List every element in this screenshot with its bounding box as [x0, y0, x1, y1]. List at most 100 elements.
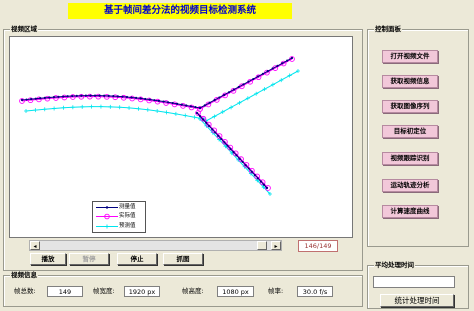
measured-upper-branch-marker [103, 94, 106, 97]
measured-upper-branch-marker [93, 94, 97, 97]
measured-upper-branch-marker [247, 80, 250, 83]
measured-upper-branch-marker [89, 94, 92, 97]
measured-upper-branch-marker [107, 94, 110, 98]
measured-upper-branch-marker [84, 94, 87, 97]
get-video-info-button[interactable]: 获取视频信息 [382, 75, 438, 88]
predicted-upper-branch-marker [145, 107, 150, 112]
measured-upper-branch-marker [237, 85, 240, 89]
app-title: 基于帧间差分法的视频目标检测系统 [68, 3, 292, 19]
plot-legend: 测量值 实际值 预测值 [92, 201, 146, 233]
frame-width-value: 1920 px [124, 286, 160, 297]
predicted-upper-branch-marker [262, 87, 267, 92]
stop-button[interactable]: 停止 [117, 253, 157, 265]
pause-button[interactable]: 暂停 [69, 253, 109, 265]
measured-upper-branch-marker [112, 95, 115, 98]
processing-time-value [373, 276, 455, 288]
measured-upper-branch-marker [71, 94, 74, 98]
measured-lower-branch-marker [235, 154, 238, 157]
measured-lower-branch-marker [195, 111, 199, 115]
predicted-upper-branch-marker [245, 96, 250, 101]
predicted-upper-branch-marker [164, 110, 169, 115]
speed-curve-button[interactable]: 计算速度曲线 [382, 205, 438, 218]
predicted-upper-branch-marker [42, 107, 47, 112]
control-panel-label: 控制面板 [374, 25, 402, 34]
measured-upper-branch-marker [148, 98, 151, 101]
predicted-upper-branch-marker [52, 106, 57, 111]
trajectory-svg [19, 56, 300, 196]
measured-upper-branch-marker [213, 99, 216, 102]
measured-upper-branch-marker [39, 97, 42, 100]
predicted-upper-branch-marker [296, 69, 300, 73]
measured-lower-branch-marker [262, 183, 266, 186]
play-button[interactable]: 播放 [30, 253, 66, 265]
slider-thumb[interactable] [256, 241, 267, 250]
measured-upper-branch-marker [223, 93, 226, 96]
measured-lower-branch-marker [244, 164, 247, 167]
video-tracking-button[interactable]: 视频跟踪识别 [382, 152, 438, 165]
measured-upper-branch-marker [116, 95, 119, 98]
predicted-upper-branch-marker [237, 100, 242, 105]
measured-lower-branch-marker [205, 121, 208, 124]
predicted-upper-branch-marker [61, 105, 66, 110]
measured-lower-branch-marker [198, 115, 202, 118]
measured-lower-branch-marker [223, 141, 226, 144]
get-image-sequence-button[interactable]: 获取图像序列 [382, 100, 438, 113]
measured-upper-branch-marker [176, 102, 179, 105]
predicted-upper-branch-marker [183, 113, 188, 118]
measured-lower-branch-marker [259, 180, 263, 183]
target-initial-locate-button[interactable]: 目标初定位 [382, 125, 438, 138]
measured-lower-branch-marker [250, 170, 253, 173]
measured-lower-branch-marker [253, 173, 256, 177]
measured-upper-branch-marker [271, 67, 274, 70]
arrow-left-icon[interactable]: ◂ [30, 241, 40, 250]
measured-upper-branch-marker [185, 104, 188, 107]
measured-upper-branch-marker [135, 96, 138, 100]
measured-upper-branch-marker [171, 101, 174, 105]
measured-lower-branch-marker [201, 118, 205, 121]
processing-time-label: 平均处理时间 [374, 261, 415, 270]
measured-upper-branch-marker [198, 106, 202, 110]
measured-upper-branch-marker [166, 101, 170, 104]
measured-upper-branch-marker [208, 101, 211, 104]
measured-lower-branch-marker [220, 137, 223, 141]
predicted-upper-branch-marker [24, 109, 28, 113]
measured-upper-branch-marker [20, 98, 24, 102]
predicted-upper-branch-marker [117, 105, 122, 110]
predicted-upper-branch-marker [136, 106, 141, 111]
measured-upper-branch-marker [257, 75, 260, 78]
measured-upper-branch-marker [34, 97, 37, 100]
measured-upper-branch-marker [290, 56, 294, 60]
trajectory-analysis-button[interactable]: 运动轨迹分析 [382, 179, 438, 192]
frame-rate-label: 帧率: [268, 287, 284, 295]
video-info-label: 视频信息 [10, 271, 38, 280]
measured-upper-branch-marker [218, 96, 221, 99]
measured-upper-branch-marker [232, 88, 235, 91]
measured-upper-branch-marker [252, 77, 255, 81]
predicted-upper-branch-marker [173, 111, 178, 116]
capture-button[interactable]: 抓图 [163, 253, 203, 265]
measured-upper-branch-marker [242, 83, 245, 86]
measured-upper-branch-marker [139, 97, 142, 100]
measured-lower-branch-marker [214, 131, 217, 134]
measured-upper-branch-marker [57, 95, 60, 98]
measured-upper-branch-marker [66, 95, 69, 98]
measured-upper-branch-marker [144, 97, 147, 101]
open-video-file-button[interactable]: 打开视频文件 [382, 50, 438, 63]
measured-lower-branch-marker [217, 134, 220, 137]
measured-upper-branch-marker [43, 96, 46, 99]
measured-upper-branch-marker [281, 62, 284, 65]
predicted-upper-branch-marker [33, 108, 38, 113]
frame-height-value: 1080 px [217, 286, 254, 297]
measured-lower-branch-marker [211, 128, 214, 131]
frame-count-label: 帧总数: [14, 287, 36, 295]
measured-lower-branch-marker [226, 144, 229, 147]
arrow-right-icon[interactable]: ▸ [271, 241, 281, 250]
predicted-upper-branch-marker [108, 104, 113, 109]
predicted-upper-branch-marker [279, 78, 284, 83]
frame-slider[interactable]: ◂ ▸ [29, 240, 282, 251]
predicted-upper-branch-marker [155, 109, 160, 114]
predicted-upper-branch-marker [70, 105, 75, 110]
measured-upper-branch-marker [130, 96, 133, 99]
compute-processing-time-button[interactable]: 统计处理时间 [380, 294, 454, 307]
measured-upper-branch-marker [227, 91, 231, 94]
